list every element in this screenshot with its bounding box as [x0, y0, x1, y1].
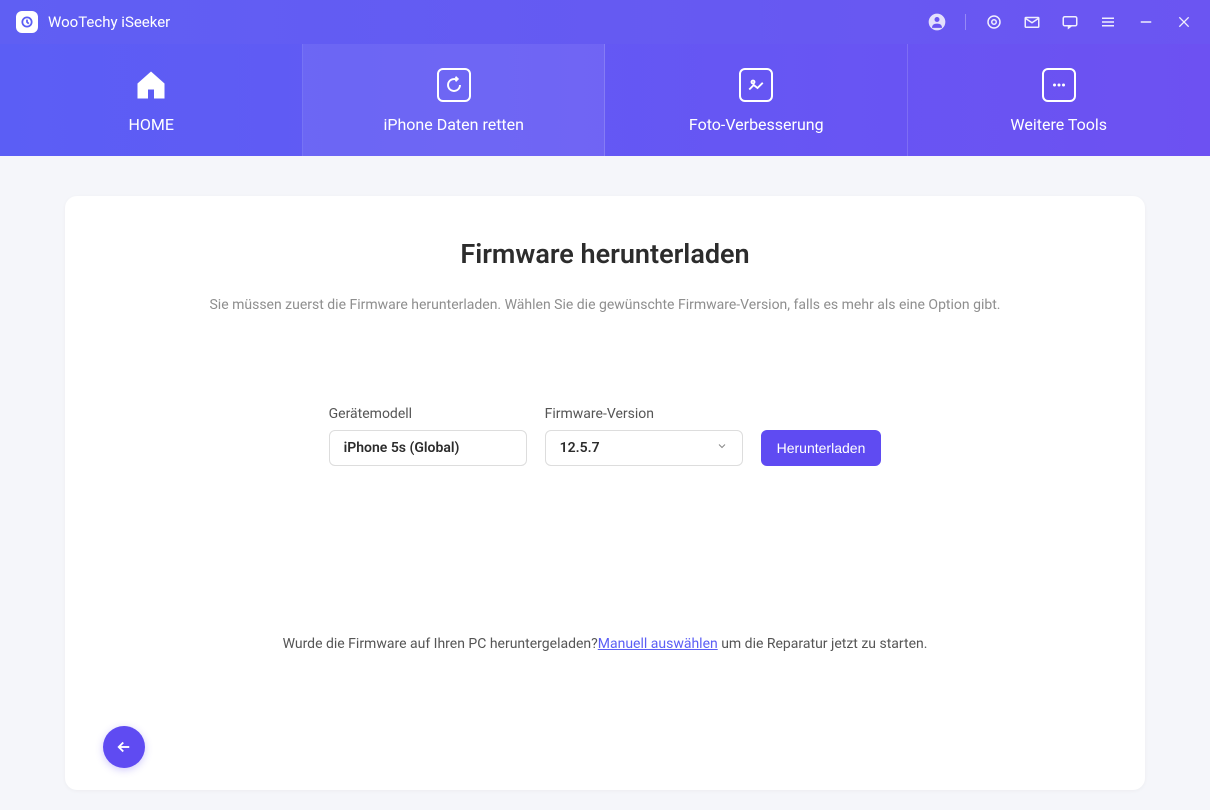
app-title: WooTechy iSeeker — [48, 13, 170, 31]
manual-select-link[interactable]: Manuell auswählen — [598, 636, 718, 652]
footer-text: Wurde die Firmware auf Ihren PC herunter… — [125, 636, 1085, 652]
back-button[interactable] — [103, 726, 145, 768]
page-subtitle: Sie müssen zuerst die Firmware herunterl… — [205, 294, 1005, 316]
firmware-select[interactable]: 12.5.7 — [545, 430, 743, 466]
chevron-down-icon — [716, 440, 728, 456]
more-icon — [1041, 67, 1077, 103]
download-button[interactable]: Herunterladen — [761, 430, 882, 466]
nav-home[interactable]: HOME — [0, 44, 303, 156]
nav-photo-enhance[interactable]: Foto-Verbesserung — [605, 44, 908, 156]
divider — [965, 14, 966, 30]
content-card: Firmware herunterladen Sie müssen zuerst… — [65, 196, 1145, 790]
app-window: WooTechy iSeeker — [0, 0, 1210, 810]
menu-icon[interactable] — [1098, 12, 1118, 32]
footer-prefix: Wurde die Firmware auf Ihren PC herunter… — [283, 636, 598, 652]
device-label: Gerätemodell — [329, 406, 527, 422]
device-group: Gerätemodell iPhone 5s (Global) — [329, 406, 527, 466]
nav-more-tools[interactable]: Weitere Tools — [908, 44, 1210, 156]
nav-iphone-data[interactable]: iPhone Daten retten — [303, 44, 606, 156]
minimize-icon[interactable] — [1136, 12, 1156, 32]
navbar: HOME iPhone Daten retten Foto-Verbesseru… — [0, 44, 1210, 156]
mail-icon[interactable] — [1022, 12, 1042, 32]
titlebar-left: WooTechy iSeeker — [16, 11, 170, 33]
device-input[interactable]: iPhone 5s (Global) — [329, 430, 527, 466]
firmware-label: Firmware-Version — [545, 406, 743, 422]
form-row: Gerätemodell iPhone 5s (Global) Firmware… — [125, 406, 1085, 466]
feedback-icon[interactable] — [1060, 12, 1080, 32]
firmware-group: Firmware-Version 12.5.7 — [545, 406, 743, 466]
refresh-icon — [436, 67, 472, 103]
titlebar-right — [927, 12, 1194, 32]
image-icon — [738, 67, 774, 103]
page-title: Firmware herunterladen — [125, 238, 1085, 270]
arrow-left-icon — [115, 738, 133, 756]
home-icon — [133, 67, 169, 103]
titlebar: WooTechy iSeeker — [0, 0, 1210, 44]
user-icon[interactable] — [927, 12, 947, 32]
nav-label: HOME — [129, 115, 174, 134]
firmware-value: 12.5.7 — [560, 440, 600, 456]
settings-icon[interactable] — [984, 12, 1004, 32]
nav-label: iPhone Daten retten — [384, 115, 524, 134]
nav-label: Weitere Tools — [1010, 115, 1107, 134]
main-content: Firmware herunterladen Sie müssen zuerst… — [0, 156, 1210, 810]
close-icon[interactable] — [1174, 12, 1194, 32]
nav-label: Foto-Verbesserung — [689, 115, 824, 134]
footer-suffix: um die Reparatur jetzt zu starten. — [718, 636, 928, 652]
app-logo-icon — [16, 11, 38, 33]
